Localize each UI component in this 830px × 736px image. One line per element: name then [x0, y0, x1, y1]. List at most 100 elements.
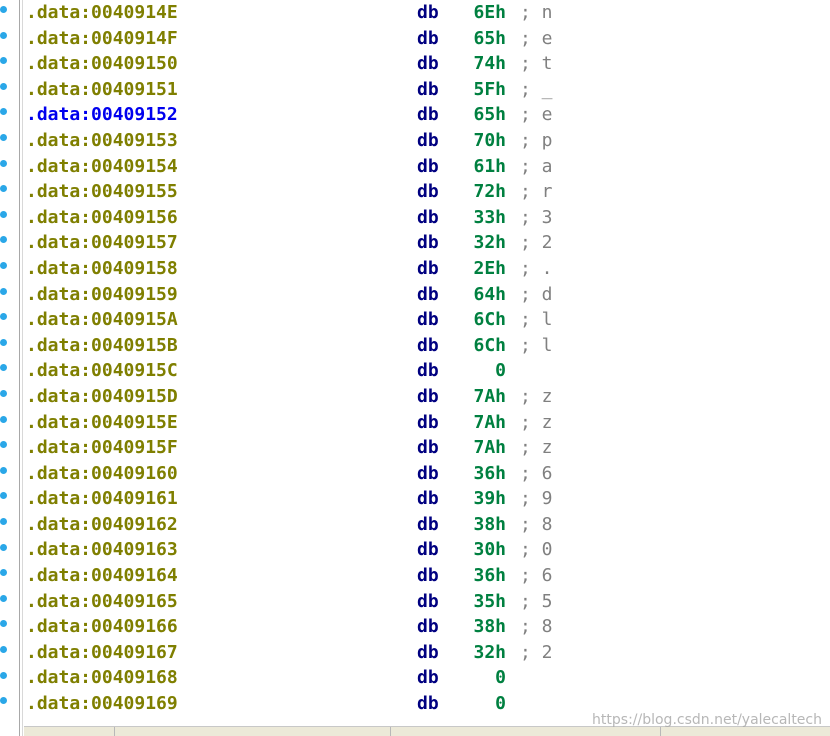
row-mnemonic[interactable]: db — [417, 640, 439, 666]
row-value[interactable]: 5Fh — [464, 77, 506, 103]
row-address[interactable]: .data:00409157 — [26, 230, 178, 256]
row-address[interactable]: .data:00409160 — [26, 461, 178, 487]
row-value[interactable]: 65h — [464, 26, 506, 52]
row-address[interactable]: .data:0040915C — [26, 358, 178, 384]
row-mnemonic[interactable]: db — [417, 512, 439, 538]
listing-row[interactable]: .data:00409159 db 64h ; d — [24, 282, 824, 308]
row-mnemonic[interactable]: db — [417, 589, 439, 615]
row-address[interactable]: .data:00409151 — [26, 77, 178, 103]
row-address[interactable]: .data:00409166 — [26, 614, 178, 640]
row-mnemonic[interactable]: db — [417, 282, 439, 308]
row-mnemonic[interactable]: db — [417, 179, 439, 205]
row-value[interactable]: 39h — [464, 486, 506, 512]
listing-row[interactable]: .data:00409158 db 2Eh ; . — [24, 256, 824, 282]
row-value[interactable]: 35h — [464, 589, 506, 615]
listing-row[interactable]: .data:0040914F db 65h ; e — [24, 26, 824, 52]
row-address[interactable]: .data:00409163 — [26, 537, 178, 563]
listing-row[interactable]: .data:0040915D db 7Ah ; z — [24, 384, 824, 410]
listing-row[interactable]: .data:0040914E db 6Eh ; n — [24, 0, 824, 26]
row-mnemonic[interactable]: db — [417, 435, 439, 461]
row-address[interactable]: .data:00409150 — [26, 51, 178, 77]
row-value[interactable]: 0 — [464, 665, 506, 691]
listing-row-current[interactable]: .data:00409152 db 65h ; e — [24, 102, 824, 128]
listing-row[interactable]: .data:0040915F db 7Ah ; z — [24, 435, 824, 461]
disassembly-view[interactable]: .data:0040914E db 6Eh ; n .data:0040914F db 6… — [0, 0, 830, 736]
row-address[interactable]: .data:0040915D — [26, 384, 178, 410]
listing-row[interactable]: .data:00409156 db 33h ; 3 — [24, 205, 824, 231]
row-value[interactable]: 7Ah — [464, 384, 506, 410]
gutter[interactable] — [0, 0, 23, 736]
listing-row[interactable]: .data:0040915A db 6Ch ; l — [24, 307, 824, 333]
row-mnemonic[interactable]: db — [417, 0, 439, 26]
row-value[interactable]: 64h — [464, 282, 506, 308]
row-mnemonic[interactable]: db — [417, 154, 439, 180]
row-address[interactable]: .data:00409152 — [26, 102, 178, 128]
row-mnemonic[interactable]: db — [417, 384, 439, 410]
row-mnemonic[interactable]: db — [417, 410, 439, 436]
row-value[interactable]: 0 — [464, 358, 506, 384]
row-mnemonic[interactable]: db — [417, 256, 439, 282]
row-value[interactable]: 7Ah — [464, 410, 506, 436]
row-value[interactable]: 65h — [464, 102, 506, 128]
row-address[interactable]: .data:00409162 — [26, 512, 178, 538]
listing-row[interactable]: .data:00409166 db 38h ; 8 — [24, 614, 824, 640]
listing-row[interactable]: .data:0040915B db 6Ch ; l — [24, 333, 824, 359]
row-address[interactable]: .data:00409154 — [26, 154, 178, 180]
row-value[interactable]: 36h — [464, 461, 506, 487]
row-value[interactable]: 74h — [464, 51, 506, 77]
row-mnemonic[interactable]: db — [417, 486, 439, 512]
row-address[interactable]: .data:00409158 — [26, 256, 178, 282]
row-value[interactable]: 0 — [464, 691, 506, 717]
row-address[interactable]: .data:00409164 — [26, 563, 178, 589]
row-address[interactable]: .data:0040915B — [26, 333, 178, 359]
row-value[interactable]: 36h — [464, 563, 506, 589]
listing-row[interactable]: .data:0040915E db 7Ah ; z — [24, 410, 824, 436]
row-address[interactable]: .data:00409161 — [26, 486, 178, 512]
row-address[interactable]: .data:0040915F — [26, 435, 178, 461]
row-mnemonic[interactable]: db — [417, 307, 439, 333]
row-value[interactable]: 6Ch — [464, 307, 506, 333]
row-mnemonic[interactable]: db — [417, 26, 439, 52]
listing-row[interactable]: .data:00409161 db 39h ; 9 — [24, 486, 824, 512]
row-mnemonic[interactable]: db — [417, 230, 439, 256]
row-value[interactable]: 6Ch — [464, 333, 506, 359]
row-address[interactable]: .data:00409155 — [26, 179, 178, 205]
listing-row[interactable]: .data:00409157 db 32h ; 2 — [24, 230, 824, 256]
row-mnemonic[interactable]: db — [417, 128, 439, 154]
row-address[interactable]: .data:00409168 — [26, 665, 178, 691]
row-value[interactable]: 38h — [464, 614, 506, 640]
row-value[interactable]: 2Eh — [464, 256, 506, 282]
row-address[interactable]: .data:00409156 — [26, 205, 178, 231]
row-mnemonic[interactable]: db — [417, 51, 439, 77]
row-value[interactable]: 7Ah — [464, 435, 506, 461]
row-value[interactable]: 32h — [464, 230, 506, 256]
listing-row[interactable]: .data:00409164 db 36h ; 6 — [24, 563, 824, 589]
row-value[interactable]: 6Eh — [464, 0, 506, 26]
listing-row[interactable]: .data:00409151 db 5Fh ; _ — [24, 77, 824, 103]
listing-row[interactable]: .data:00409168 db 0 — [24, 665, 824, 691]
row-mnemonic[interactable]: db — [417, 358, 439, 384]
listing-row[interactable]: .data:00409160 db 36h ; 6 — [24, 461, 824, 487]
row-mnemonic[interactable]: db — [417, 665, 439, 691]
row-value[interactable]: 38h — [464, 512, 506, 538]
listing-row[interactable]: .data:00409153 db 70h ; p — [24, 128, 824, 154]
row-value[interactable]: 30h — [464, 537, 506, 563]
row-address[interactable]: .data:00409167 — [26, 640, 178, 666]
row-address[interactable]: .data:00409169 — [26, 691, 178, 717]
row-mnemonic[interactable]: db — [417, 563, 439, 589]
row-address[interactable]: .data:00409159 — [26, 282, 178, 308]
row-address[interactable]: .data:0040915E — [26, 410, 178, 436]
row-address[interactable]: .data:0040914F — [26, 26, 178, 52]
row-mnemonic[interactable]: db — [417, 614, 439, 640]
row-value[interactable]: 70h — [464, 128, 506, 154]
row-mnemonic[interactable]: db — [417, 333, 439, 359]
listing-row[interactable]: .data:00409150 db 74h ; t — [24, 51, 824, 77]
listing-row[interactable]: .data:00409162 db 38h ; 8 — [24, 512, 824, 538]
row-mnemonic[interactable]: db — [417, 691, 439, 717]
row-mnemonic[interactable]: db — [417, 537, 439, 563]
row-value[interactable]: 32h — [464, 640, 506, 666]
row-address[interactable]: .data:0040914E — [26, 0, 178, 26]
listing-row[interactable]: .data:00409163 db 30h ; 0 — [24, 537, 824, 563]
row-mnemonic[interactable]: db — [417, 77, 439, 103]
listing-row[interactable]: .data:00409165 db 35h ; 5 — [24, 589, 824, 615]
